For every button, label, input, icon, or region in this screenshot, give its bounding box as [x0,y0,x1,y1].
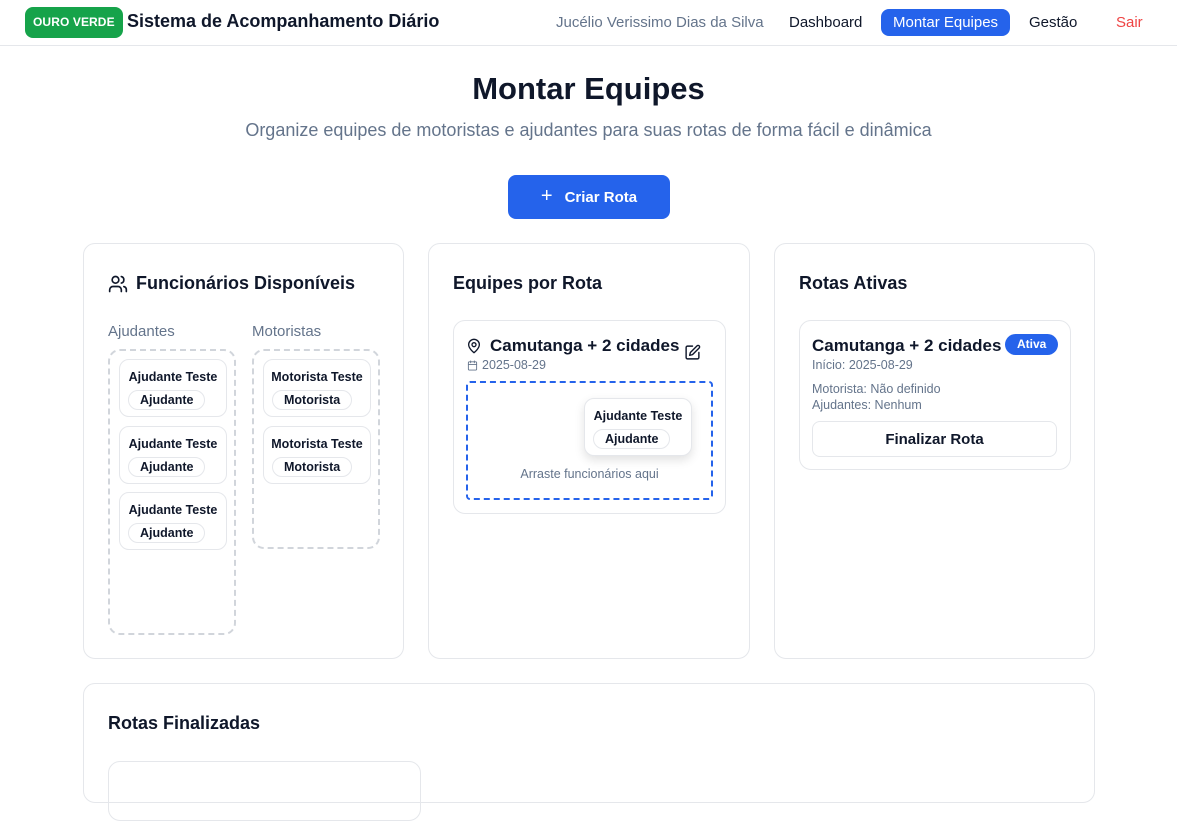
helpers-dropzone[interactable]: Ajudante Teste Ajudante Ajudante Teste A… [108,349,236,635]
role-badge: Ajudante [593,429,671,449]
nav-montar-equipes[interactable]: Montar Equipes [881,9,1011,36]
employee-drop-area[interactable]: Ajudante Teste Ajudante Arraste funcioná… [466,381,713,500]
nav-dashboard[interactable]: Dashboard [777,9,874,36]
brand-logo-badge: OURO VERDE [25,7,123,38]
role-badge: Motorista [272,457,353,477]
drivers-column-label: Motoristas [252,323,322,340]
page-title: Montar Equipes [472,71,705,106]
route-helpers: Ajudantes: Nenhum [812,398,922,412]
helper-card[interactable]: Ajudante Teste Ajudante [119,492,227,550]
plus-icon: + [540,185,553,207]
finished-routes-title: Rotas Finalizadas [108,713,261,733]
teams-by-route-title: Equipes por Rota [453,273,603,293]
route-date: 2025-08-29 [482,358,546,372]
available-employees-card: Funcionários Disponíveis Ajudantes Motor… [83,243,404,659]
helper-card[interactable]: Ajudante Teste Ajudante [119,359,227,417]
finished-route-item [108,761,421,821]
nav-gestao[interactable]: Gestão [1017,9,1089,36]
helper-card[interactable]: Ajudante Teste Ajudante [119,426,227,484]
calendar-icon [467,360,478,371]
page-subtitle: Organize equipes de motoristas e ajudant… [245,120,932,140]
create-route-button[interactable]: + Criar Rota [508,175,670,219]
role-badge: Ajudante [128,457,206,477]
role-badge: Ajudante [128,390,206,410]
employee-name: Motorista Teste [271,437,363,451]
active-routes-card: Rotas Ativas Camutanga + 2 cidades Ativa… [774,243,1095,659]
route-start-date: Início: 2025-08-29 [812,358,913,372]
active-route-name: Camutanga + 2 cidades [812,336,1002,355]
finished-routes-card: Rotas Finalizadas [83,683,1095,821]
map-pin-icon [468,338,480,354]
finalize-route-button[interactable]: Finalizar Rota [812,421,1057,457]
driver-card[interactable]: Motorista Teste Motorista [263,359,371,417]
top-header: OURO VERDE Sistema de Acompanhamento Diá… [0,0,1177,46]
users-icon [108,275,128,293]
employee-name: Ajudante Teste [593,409,683,423]
teams-by-route-card: Equipes por Rota Camutanga + 2 cidades 2… [428,243,750,659]
drop-hint: Arraste funcionários aqui [520,467,659,481]
employee-name: Ajudante Teste [128,437,218,451]
driver-card[interactable]: Motorista Teste Motorista [263,426,371,484]
employee-name: Motorista Teste [271,370,363,384]
edit-icon[interactable] [684,344,701,361]
drivers-dropzone[interactable]: Motorista Teste Motorista Motorista Test… [252,349,380,549]
available-employees-title: Funcionários Disponíveis [136,273,356,293]
role-badge: Motorista [272,390,353,410]
helpers-column-label: Ajudantes [108,323,175,340]
dragging-employee-card[interactable]: Ajudante Teste Ajudante [584,398,692,456]
nav-logout[interactable]: Sair [1104,9,1155,36]
employee-name: Ajudante Teste [128,370,218,384]
active-route-item: Camutanga + 2 cidades Ativa Início: 2025… [799,320,1071,470]
create-route-label: Criar Rota [564,188,638,206]
role-badge: Ajudante [128,523,206,543]
status-badge: Ativa [1005,334,1059,355]
user-name: Jucélio Verissimo Dias da Silva [556,14,764,31]
route-driver: Motorista: Não definido [812,382,941,396]
app-title: Sistema de Acompanhamento Diário [127,11,440,31]
employee-name: Ajudante Teste [128,503,218,517]
active-routes-title: Rotas Ativas [799,273,908,293]
route-team-card: Camutanga + 2 cidades 2025-08-29 Ajudant… [453,320,726,514]
route-name: Camutanga + 2 cidades [490,336,680,355]
